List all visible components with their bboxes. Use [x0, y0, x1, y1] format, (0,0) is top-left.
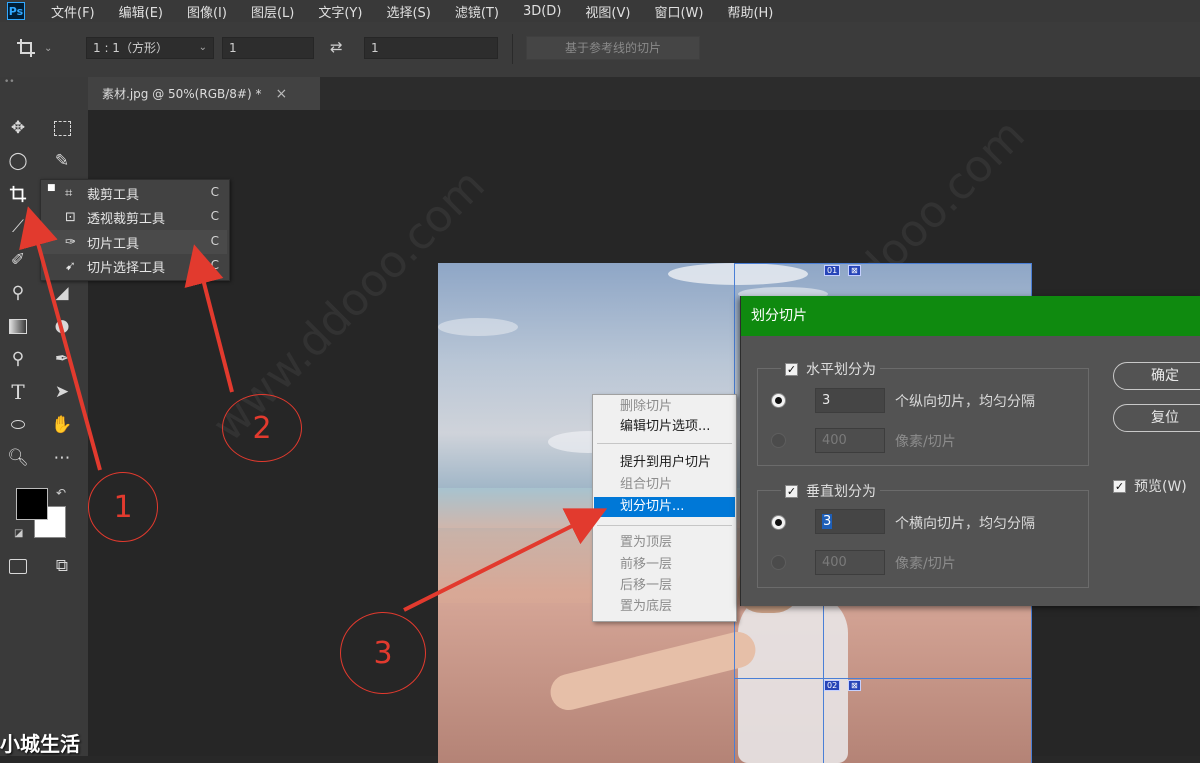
arrow-2	[184, 244, 234, 393]
annotation-circle-2: 2	[222, 394, 302, 462]
arrow-1	[19, 206, 102, 471]
corner-watermark: 小城生活	[0, 732, 80, 756]
arrow-3	[403, 508, 608, 612]
annotation-circle-1: 1	[88, 472, 158, 542]
annotation-circle-3: 3	[340, 612, 426, 694]
annotation-arrows	[19, 206, 608, 612]
